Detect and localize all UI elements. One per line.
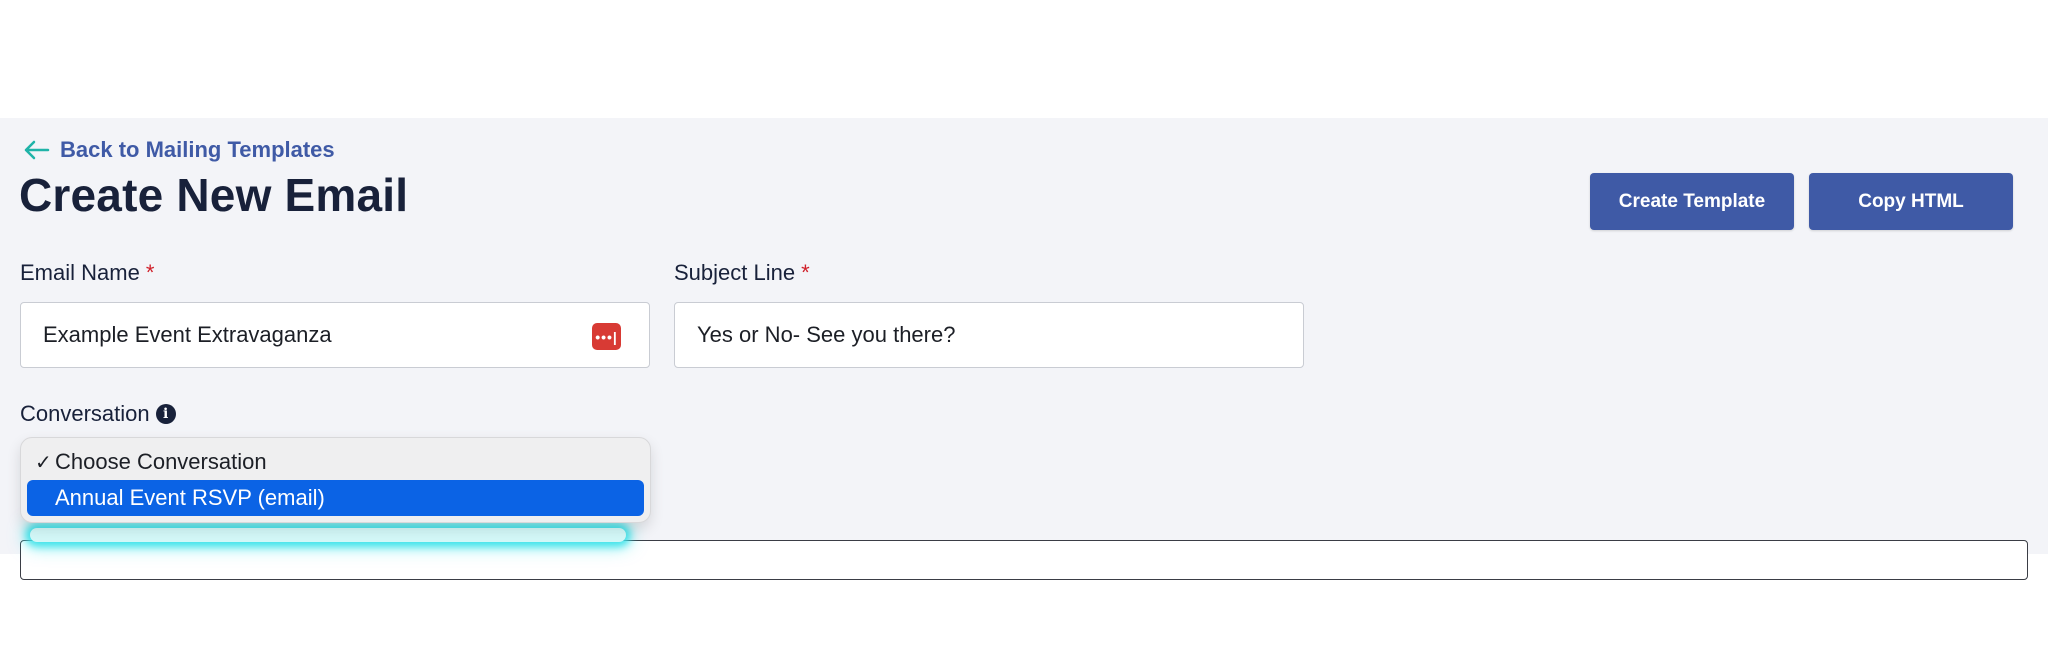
email-name-label-text: Email Name — [20, 260, 140, 285]
password-manager-icon[interactable]: •••| — [592, 323, 621, 350]
page: Back to Mailing Templates Create New Ema… — [0, 0, 2048, 672]
email-name-label: Email Name * — [20, 260, 154, 286]
copy-html-button[interactable]: Copy HTML — [1809, 173, 2013, 230]
focus-glow-bar — [30, 528, 626, 542]
info-icon[interactable]: i — [155, 404, 176, 424]
subject-line-value: Yes or No- See you there? — [697, 322, 956, 347]
required-indicator: * — [145, 260, 155, 285]
checkmark-icon: ✓ — [35, 451, 52, 474]
option-label: Choose Conversation — [55, 449, 267, 474]
dropdown-option-annual-event-rsvp[interactable]: Annual Event RSVP (email) — [27, 480, 644, 516]
dropdown-option-choose-conversation[interactable]: ✓ Choose Conversation — [27, 444, 644, 480]
conversation-label-text: Conversation — [20, 401, 150, 426]
email-name-field[interactable]: Example Event Extravaganza •••| — [20, 302, 650, 368]
page-title: Create New Email — [19, 169, 409, 221]
email-name-value: Example Event Extravaganza — [43, 322, 332, 347]
conversation-label: Conversation i — [20, 401, 176, 427]
conversation-dropdown[interactable]: ✓ Choose Conversation Annual Event RSVP … — [20, 437, 651, 523]
subject-line-label: Subject Line * — [674, 260, 810, 286]
required-indicator: * — [801, 260, 810, 285]
email-editor-area[interactable] — [20, 540, 2028, 580]
back-link-label: Back to Mailing Templates — [60, 137, 335, 162]
subject-line-field[interactable]: Yes or No- See you there? — [674, 302, 1304, 368]
create-template-button[interactable]: Create Template — [1590, 173, 1794, 230]
back-to-templates-link[interactable]: Back to Mailing Templates — [22, 136, 335, 164]
arrow-left-icon — [24, 140, 50, 160]
option-label: Annual Event RSVP (email) — [55, 485, 325, 510]
subject-line-label-text: Subject Line — [674, 260, 796, 285]
